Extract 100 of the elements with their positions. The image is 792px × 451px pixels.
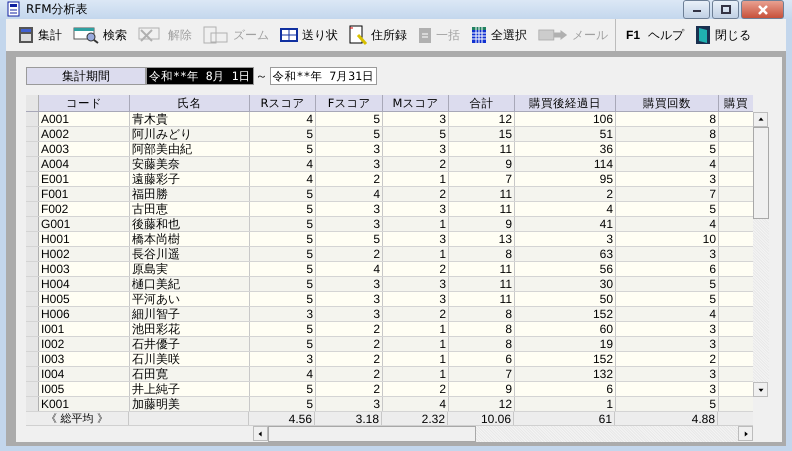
column-header[interactable]: 氏名	[130, 95, 250, 111]
toolbar-button[interactable]: 集計	[16, 21, 64, 49]
table-cell: 11	[449, 292, 515, 306]
table-cell: I001	[39, 322, 130, 336]
search-icon	[73, 26, 99, 44]
close-button[interactable]	[741, 0, 784, 19]
column-header[interactable]: 購買後経過日	[515, 95, 616, 111]
toolbar-button[interactable]: 検索	[71, 21, 129, 49]
table-cell: 4	[316, 262, 383, 276]
row-header	[26, 367, 39, 381]
table-cell: 4	[616, 157, 719, 171]
range-separator: ～	[254, 68, 269, 84]
column-header[interactable]: コード	[39, 95, 130, 111]
date-field[interactable]: 令和**年 8月 1日	[146, 67, 254, 85]
table-cell: I002	[39, 337, 130, 351]
table-cell: 2	[316, 322, 383, 336]
row-header	[26, 172, 39, 186]
table-cell: 1	[515, 397, 616, 411]
column-header[interactable]: Fスコア	[316, 95, 383, 111]
window-title: RFM分析表	[26, 1, 89, 18]
table-cell: 60	[515, 322, 616, 336]
table-cell: 細川智子	[130, 307, 250, 321]
scroll-up-button[interactable]	[753, 112, 768, 127]
maximize-button[interactable]	[712, 0, 739, 19]
table-cell: 12	[449, 397, 515, 411]
column-header[interactable]: Rスコア	[250, 95, 316, 111]
column-header[interactable]: 購買回数	[616, 95, 719, 111]
table-cell: 5	[250, 247, 316, 261]
table-cell: H003	[39, 262, 130, 276]
row-header	[26, 247, 39, 261]
vertical-scrollbar[interactable]	[753, 127, 769, 382]
table-cell: I004	[39, 367, 130, 381]
table-cell: 13	[449, 232, 515, 246]
table-cell: 95	[515, 172, 616, 186]
table-cell: 9	[449, 382, 515, 396]
table-cell: 106	[515, 112, 616, 126]
table-cell: 11	[449, 187, 515, 201]
scroll-left-button[interactable]	[253, 426, 268, 441]
table-cell: 5	[616, 292, 719, 306]
table-cell: H004	[39, 277, 130, 291]
table-icon	[471, 26, 487, 44]
column-header[interactable]: Mスコア	[383, 95, 449, 111]
toolbar-button[interactable]: 閉じる	[693, 21, 754, 49]
table-cell: H001	[39, 232, 130, 246]
table-cell: K001	[39, 397, 130, 411]
column-header[interactable]: 合計	[449, 95, 515, 111]
horizontal-scrollbar[interactable]	[268, 426, 738, 442]
table-cell: E001	[39, 172, 130, 186]
table-cell: 井上純子	[130, 382, 250, 396]
table-cell: 福田勝	[130, 187, 250, 201]
date-field[interactable]: 令和**年 7月31日	[270, 67, 378, 85]
table-cell: 3	[316, 217, 383, 231]
table-cell: 3	[250, 307, 316, 321]
row-header	[26, 202, 39, 216]
table-cell: 3	[616, 367, 719, 381]
toolbar-button[interactable]: 送り状	[278, 21, 340, 49]
maximize-icon	[720, 4, 730, 14]
table-cell: 10	[616, 232, 719, 246]
table-cell: 後藤和也	[130, 217, 250, 231]
table-cell: 2	[383, 307, 449, 321]
table-cell: 2	[316, 172, 383, 186]
table-cell: 2	[616, 352, 719, 366]
table-cell: 石井優子	[130, 337, 250, 351]
table-cell: 51	[515, 127, 616, 141]
table-cell: 11	[449, 142, 515, 156]
scroll-thumb[interactable]	[268, 426, 476, 442]
table-cell: 5	[250, 382, 316, 396]
table-cell: 3	[616, 247, 719, 261]
table-cell: 3	[316, 202, 383, 216]
table-cell: 1	[383, 367, 449, 381]
toolbar-button[interactable]: 全選択	[469, 21, 529, 49]
column-header[interactable]: 購買	[719, 95, 753, 111]
table-cell: 2	[316, 382, 383, 396]
scroll-down-button[interactable]	[753, 382, 768, 397]
table-cell: 3	[316, 292, 383, 306]
close-icon	[756, 4, 768, 14]
toolbar-button[interactable]: 住所録	[347, 21, 409, 49]
table-cell: H002	[39, 247, 130, 261]
table-cell: 3	[616, 322, 719, 336]
table-cell: 7	[616, 187, 719, 201]
scroll-thumb[interactable]	[753, 127, 769, 219]
table-cell: 9	[449, 217, 515, 231]
minimize-button[interactable]	[683, 0, 710, 19]
row-header	[26, 262, 39, 276]
toolbar-button[interactable]: F1 ヘルプ	[624, 21, 686, 49]
table-cell: 9	[449, 157, 515, 171]
table-cell: 12	[449, 112, 515, 126]
table-cell: 1	[383, 322, 449, 336]
row-header	[26, 337, 39, 351]
scroll-right-button[interactable]	[738, 426, 753, 441]
table-cell: 遠藤彩子	[130, 172, 250, 186]
table-cell: I005	[39, 382, 130, 396]
table-cell: 5	[383, 127, 449, 141]
table-cell: 5	[316, 232, 383, 246]
table-cell: G001	[39, 217, 130, 231]
table-cell: 5	[250, 187, 316, 201]
table-cell: 橋本尚樹	[130, 232, 250, 246]
table-cell: 3	[383, 202, 449, 216]
row-header	[26, 277, 39, 291]
table-cell: 3	[383, 292, 449, 306]
